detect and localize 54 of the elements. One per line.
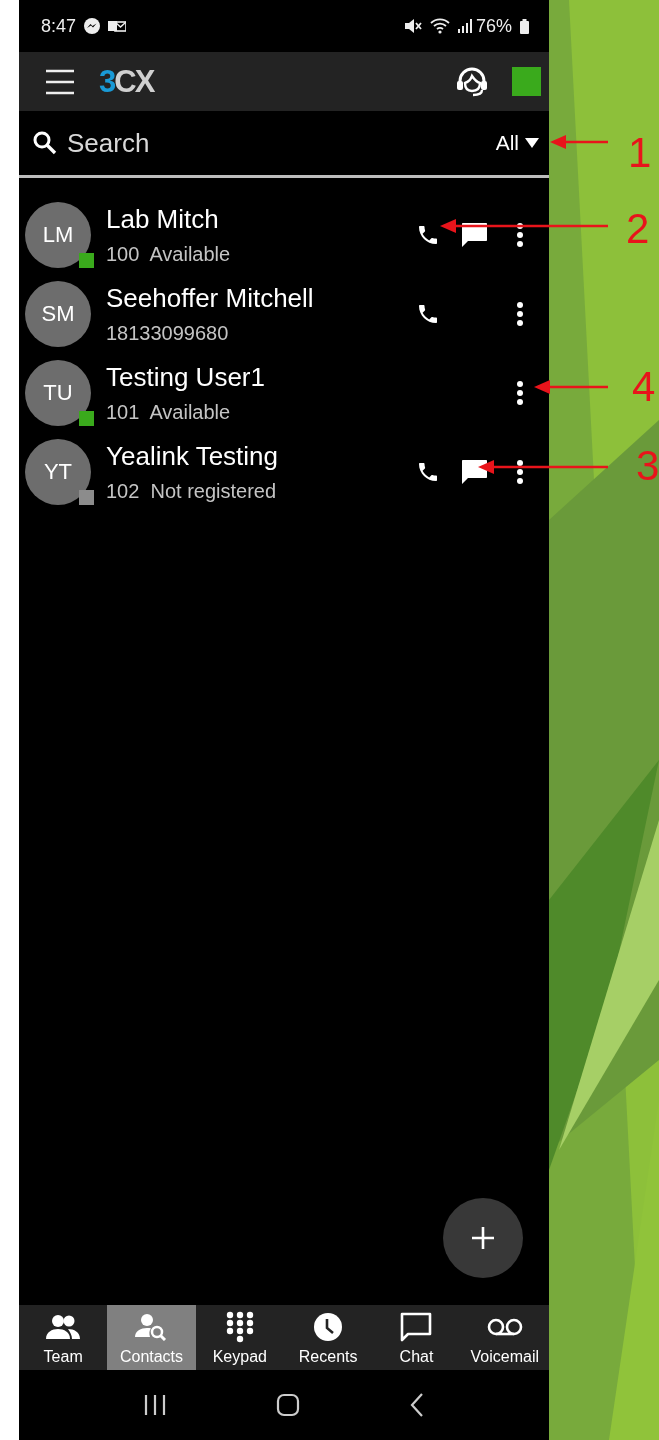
chat-bubble-icon[interactable] bbox=[460, 458, 488, 485]
nav-tab[interactable]: Keypad bbox=[195, 1305, 284, 1370]
contact-name: Testing User1 bbox=[106, 361, 266, 393]
contact-details: 18133099680 bbox=[106, 321, 230, 345]
avatar-initials: SM bbox=[41, 300, 75, 327]
nav-tab[interactable]: Voicemail bbox=[460, 1305, 549, 1370]
plus-icon bbox=[472, 1227, 494, 1249]
more-options-icon[interactable] bbox=[516, 300, 524, 327]
contact-details: 100 Available bbox=[106, 242, 232, 266]
mail-icon bbox=[108, 19, 127, 33]
headset-icon[interactable] bbox=[456, 66, 488, 97]
callout-arrow bbox=[550, 135, 608, 149]
avatar-initials: TU bbox=[43, 379, 73, 406]
contact-details: 102 Not registered bbox=[106, 479, 278, 503]
app-logo: 3CX bbox=[99, 63, 154, 100]
more-options-icon[interactable] bbox=[516, 379, 524, 406]
callout-number: 3 bbox=[636, 445, 659, 487]
contact-name: Yealink Testing bbox=[106, 440, 280, 472]
dropdown-caret-icon bbox=[525, 138, 539, 148]
battery-icon bbox=[520, 18, 529, 34]
avatar-initials: LM bbox=[42, 221, 74, 248]
mute-icon bbox=[403, 18, 422, 34]
dial-pad-icon bbox=[225, 1311, 254, 1343]
clock-time: 8:47 bbox=[41, 15, 77, 37]
nav-tab[interactable]: Contacts bbox=[107, 1305, 196, 1370]
search-icon bbox=[33, 131, 57, 155]
battery-percent: 76% bbox=[475, 15, 512, 37]
search-field[interactable]: Search bbox=[67, 123, 486, 163]
nav-tab[interactable]: Recents bbox=[284, 1305, 373, 1370]
voicemail-icon bbox=[486, 1318, 523, 1336]
home-icon[interactable] bbox=[276, 1393, 300, 1417]
signal-icon bbox=[457, 19, 472, 33]
more-options-icon[interactable] bbox=[516, 221, 524, 248]
more-options-icon[interactable] bbox=[516, 458, 524, 485]
avatar-initials: YT bbox=[43, 458, 73, 485]
nav-tab[interactable]: Team bbox=[19, 1305, 108, 1370]
recent-apps-icon[interactable] bbox=[144, 1394, 166, 1416]
chat-bubble-icon bbox=[400, 1312, 433, 1342]
person-search-icon bbox=[135, 1313, 168, 1341]
wifi-icon bbox=[429, 18, 450, 34]
callout-number: 2 bbox=[626, 208, 650, 250]
messenger-icon bbox=[84, 18, 101, 34]
contact-details: 101 Available bbox=[106, 400, 232, 424]
filter-dropdown[interactable]: All bbox=[495, 131, 539, 155]
callout-number: 1 bbox=[628, 132, 652, 174]
back-icon[interactable] bbox=[410, 1393, 424, 1417]
nav-tab[interactable]: Chat bbox=[372, 1305, 461, 1370]
callout-number: 4 bbox=[632, 366, 656, 408]
contact-name: Seehoffer Mitchell bbox=[106, 282, 315, 314]
contact-name: Lab Mitch bbox=[106, 203, 220, 235]
menu-icon[interactable] bbox=[45, 68, 75, 95]
chat-bubble-icon[interactable] bbox=[460, 221, 488, 248]
people-icon bbox=[46, 1314, 81, 1340]
clock-icon bbox=[313, 1312, 344, 1342]
